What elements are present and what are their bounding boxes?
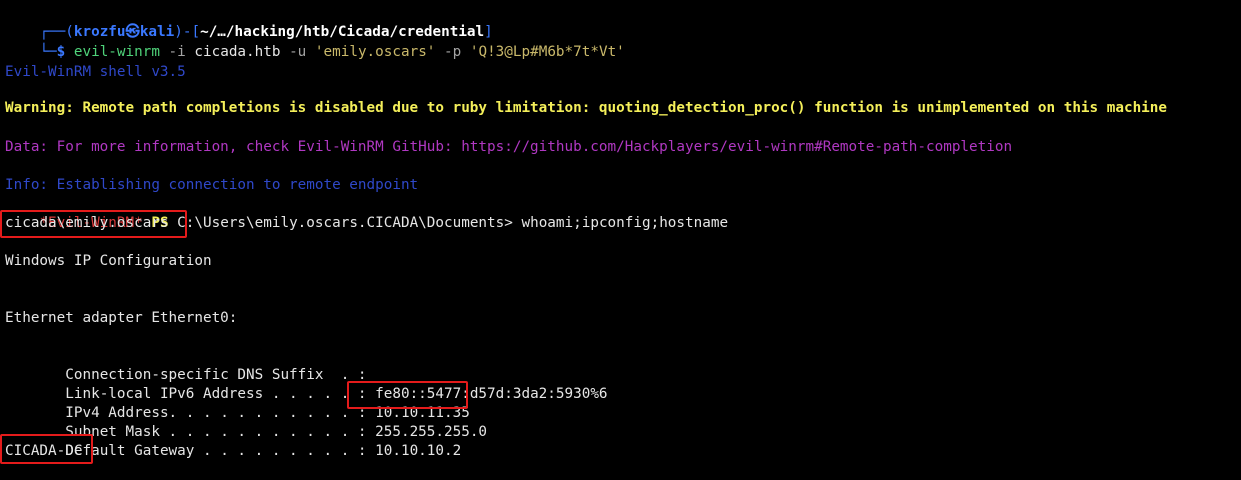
ipconfig-row-dns-suffix: Connection-specific DNS Suffix . : [5,347,366,383]
data-line: Data: For more information, check Evil-W… [5,139,1013,155]
hostname-output: CICADA-DC [5,443,83,459]
prompt-header-line: ┌──(krozfu㉿kali)-[~/…/hacking/htb/Cicada… [5,4,492,40]
whoami-output: cicada\emily.oscars [5,215,169,231]
command-flag-p: -p [435,44,470,60]
ipconfig-row-gateway: Default Gateway . . . . . . . . . : 10.1… [5,423,461,459]
info-line: Info: Establishing connection to remote … [5,177,419,193]
ipconfig-adapter: Ethernet adapter Ethernet0: [5,310,238,326]
command-flag-i: -i [159,44,195,60]
row-value: 10.10.10.2 [366,443,462,459]
command-binary: evil-winrm [73,44,160,60]
prompt-corner: └─ [39,44,57,60]
ipconfig-row-ipv6: Link-local IPv6 Address . . . . . : fe80… [5,366,607,402]
ipconfig-title: Windows IP Configuration [5,253,212,269]
command-line: └─$ evil-winrm -i cicada.htb -u 'emily.o… [5,24,624,60]
command-user: 'emily.oscars' [314,44,436,60]
row-label: Default Gateway . . . . . . . . . : [39,443,367,459]
warning-line: Warning: Remote path completions is disa… [5,100,1168,116]
ipconfig-row-subnet: Subnet Mask . . . . . . . . . . . : 255.… [5,404,487,440]
command-password: 'Q!3@Lp#M6b*7t*Vt' [469,44,625,60]
ps-prompt-line: *Evil-WinRM* PS C:\Users\emily.oscars.CI… [5,195,728,231]
shell-version-line: Evil-WinRM shell v3.5 [5,64,186,80]
command-flag-u: -u [280,44,315,60]
ps-path: C:\Users\emily.oscars.CICADA\Documents> [177,215,513,231]
prompt-symbol: $ [56,44,66,60]
command-host: cicada.htb [194,44,281,60]
terminal-window[interactable]: ┌──(krozfu㉿kali)-[~/…/hacking/htb/Cicada… [0,0,1241,464]
ipconfig-row-ipv4: IPv4 Address. . . . . . . . . . . : 10.1… [5,385,470,421]
ps-command: whoami;ipconfig;hostname [521,215,729,231]
